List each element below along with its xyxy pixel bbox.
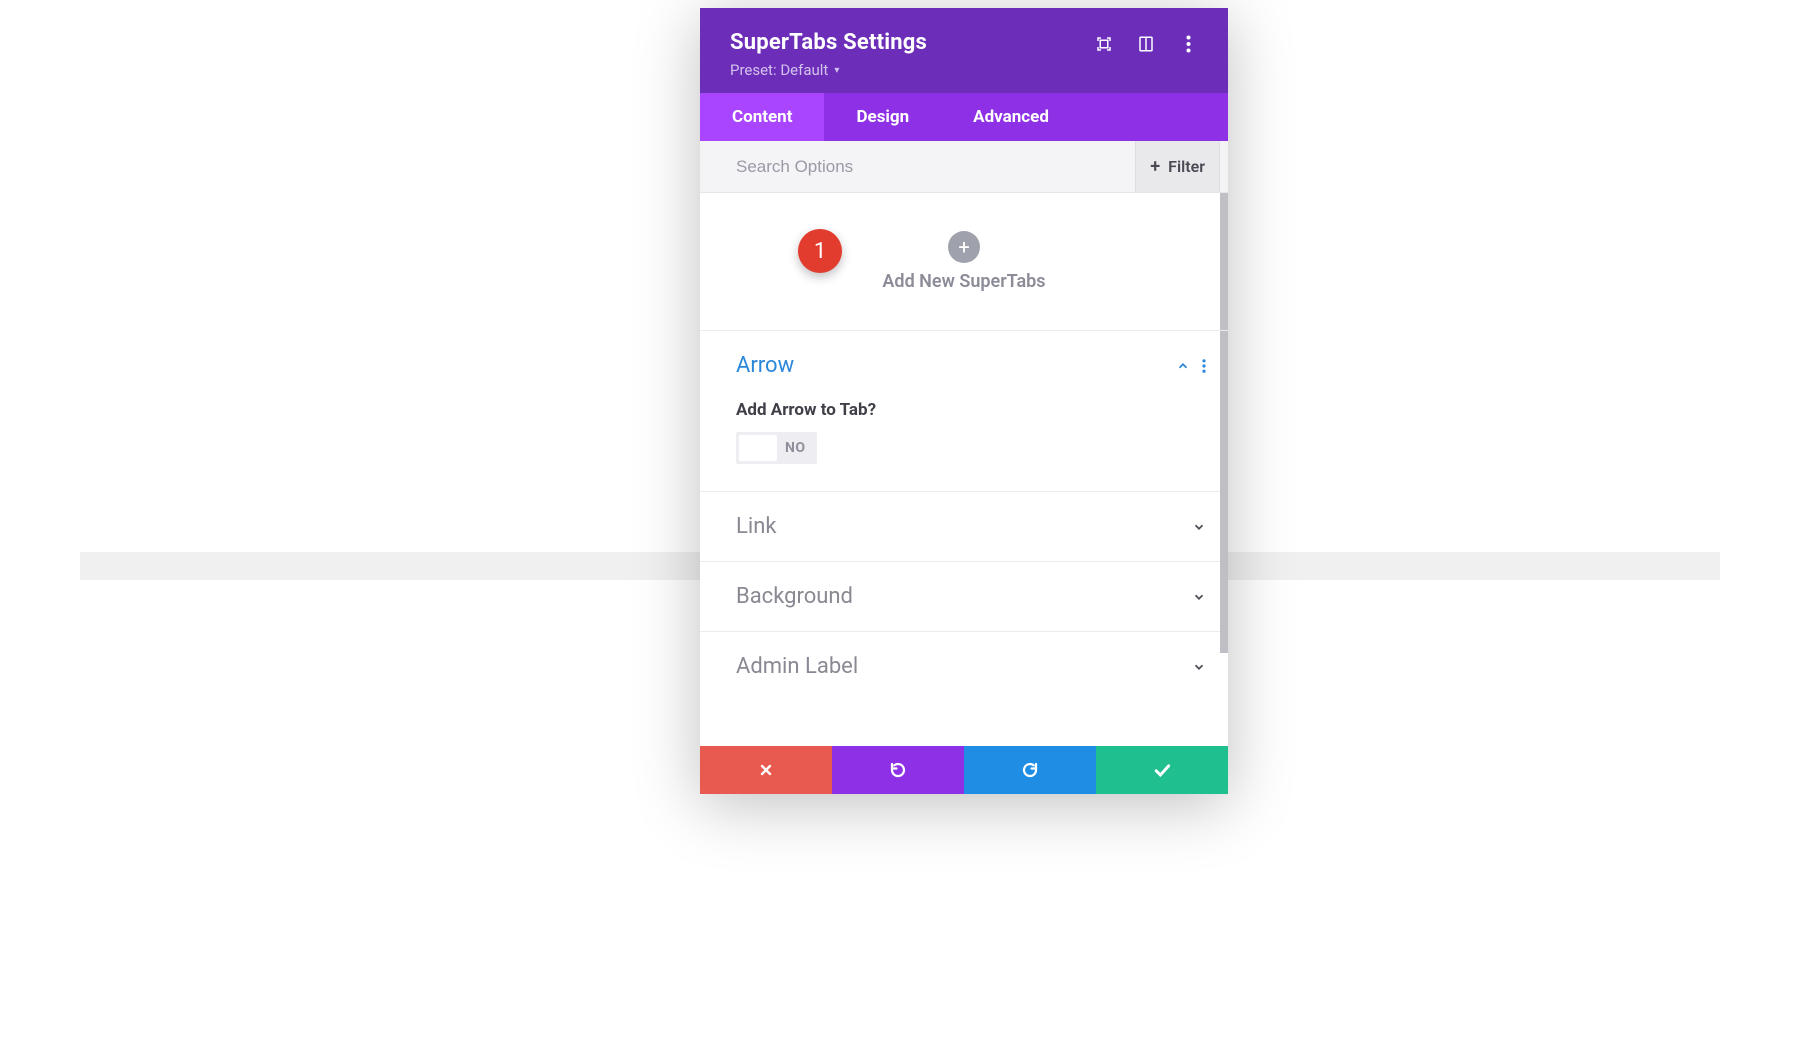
redo-icon: [1021, 761, 1039, 779]
plus-icon: +: [1150, 156, 1160, 177]
undo-button[interactable]: [832, 746, 964, 794]
more-icon[interactable]: [1178, 34, 1198, 54]
caret-down-icon: ▾: [834, 65, 839, 76]
section-link-toggle[interactable]: Link: [700, 492, 1228, 561]
tab-advanced[interactable]: Advanced: [941, 93, 1081, 141]
chevron-down-icon: [1192, 660, 1206, 674]
step-badge-number: 1: [814, 239, 826, 264]
section-admin-label-toggle[interactable]: Admin Label: [700, 632, 1228, 701]
section-admin-label: Admin Label: [700, 632, 1228, 701]
chevron-up-icon: [1176, 359, 1190, 373]
panel-header-left: SuperTabs Settings Preset: Default ▾: [730, 30, 927, 79]
close-icon: [758, 762, 774, 778]
section-title: Background: [736, 584, 853, 609]
filter-label: Filter: [1168, 157, 1205, 176]
expand-icon[interactable]: [1094, 34, 1114, 54]
tab-content[interactable]: Content: [700, 93, 824, 141]
preset-label: Preset: Default: [730, 61, 828, 79]
toggle-handle: [739, 435, 777, 461]
preset-dropdown[interactable]: Preset: Default ▾: [730, 61, 927, 79]
section-background: Background: [700, 562, 1228, 632]
redo-button[interactable]: [964, 746, 1096, 794]
panel-header-actions: [1094, 30, 1198, 54]
section-arrow-toggle[interactable]: Arrow: [700, 331, 1228, 400]
panel-footer: [700, 746, 1228, 794]
settings-panel: SuperTabs Settings Preset: Default ▾ Con…: [700, 8, 1228, 794]
scroll-area: 1 + Add New SuperTabs Arrow Add Arro: [700, 193, 1228, 746]
add-arrow-toggle[interactable]: NO: [736, 432, 817, 464]
check-icon: [1152, 760, 1172, 780]
search-input[interactable]: [736, 157, 1135, 177]
chevron-down-icon: [1192, 520, 1206, 534]
panel-header: SuperTabs Settings Preset: Default ▾: [700, 8, 1228, 93]
tab-design[interactable]: Design: [824, 93, 941, 141]
tab-label: Design: [856, 107, 909, 127]
section-more-icon[interactable]: [1202, 358, 1206, 374]
tabs-row: Content Design Advanced: [700, 93, 1228, 141]
add-new-block: 1 + Add New SuperTabs: [700, 193, 1228, 331]
section-background-toggle[interactable]: Background: [700, 562, 1228, 631]
tab-label: Advanced: [973, 107, 1049, 127]
add-new-label: Add New SuperTabs: [882, 271, 1045, 292]
plus-icon: +: [958, 235, 969, 259]
section-title: Admin Label: [736, 654, 858, 679]
section-title: Arrow: [736, 353, 794, 378]
search-row: + Filter: [700, 141, 1228, 193]
tab-label: Content: [732, 107, 792, 127]
section-arrow: Arrow Add Arrow to Tab? NO: [700, 331, 1228, 492]
panel-title: SuperTabs Settings: [730, 30, 927, 55]
add-new-button[interactable]: +: [948, 231, 980, 263]
section-header-icons: [1176, 358, 1206, 374]
undo-icon: [889, 761, 907, 779]
section-link: Link: [700, 492, 1228, 562]
toggle-state: NO: [785, 440, 814, 456]
section-arrow-body: Add Arrow to Tab? NO: [700, 400, 1228, 491]
chevron-down-icon: [1192, 590, 1206, 604]
responsive-icon[interactable]: [1136, 34, 1156, 54]
filter-button[interactable]: + Filter: [1135, 141, 1220, 192]
section-title: Link: [736, 514, 777, 539]
option-label: Add Arrow to Tab?: [736, 400, 1192, 420]
save-button[interactable]: [1096, 746, 1228, 794]
cancel-button[interactable]: [700, 746, 832, 794]
step-badge: 1: [798, 229, 842, 273]
